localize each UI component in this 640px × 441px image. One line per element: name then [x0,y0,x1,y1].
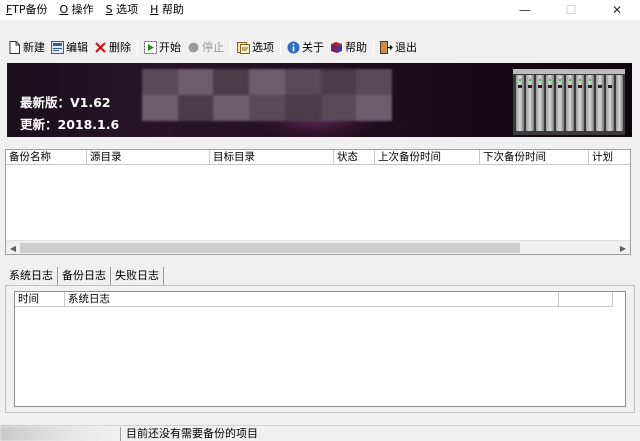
new-button[interactable]: 新建 [5,37,48,57]
edit-icon [51,40,64,54]
toolbar: 新建 编辑 删除 开始 停止 选项 关于 帮助 退出 [0,36,640,58]
menu-bar: FTP备份 O 操作 S 选项 H 帮助 [0,0,190,20]
new-document-icon [8,40,21,54]
menu-options[interactable]: S 选项 [100,0,144,20]
version-text: 最新版：V1.62 [20,95,111,110]
tab-system-log[interactable]: 系统日志 [5,267,58,285]
options-icon [237,41,250,54]
status-bar-divider [120,427,121,441]
title-bar: FTP备份 O 操作 S 选项 H 帮助 — ☐ ✕ [0,0,640,20]
update-date-text: 更新：2018.1.6 [20,117,120,132]
log-list-header: 时间 系统日志 [15,292,613,307]
column-header[interactable]: 状态 [334,150,375,165]
version-banner: 最新版：V1.62 更新：2018.1.6 [7,63,632,137]
column-header[interactable]: 源目录 [87,150,210,165]
info-icon [287,41,300,54]
options-label: 选项 [252,41,274,54]
stop-label: 停止 [202,41,224,54]
menu-operation[interactable]: O 操作 [54,0,100,20]
menu-label: 操作 [68,3,94,16]
column-header[interactable] [559,292,613,307]
help-book-icon [330,41,343,54]
horizontal-scrollbar[interactable]: ◀ ▶ [6,240,630,254]
job-list-header: 备份名称 源目录 目标目录 状态 上次备份时间 下次备份时间 计划 [6,150,630,165]
column-header[interactable]: 系统日志 [65,292,559,307]
close-button[interactable]: ✕ [594,0,640,20]
edit-label: 编辑 [66,41,88,54]
backup-job-list[interactable]: 备份名称 源目录 目标目录 状态 上次备份时间 下次备份时间 计划 ◀ ▶ [5,149,631,255]
exit-button[interactable]: 退出 [377,37,420,57]
help-button[interactable]: 帮助 [327,37,370,57]
menu-label: 帮助 [158,3,184,16]
new-label: 新建 [23,41,45,54]
about-label: 关于 [302,41,324,54]
delete-x-icon [94,41,107,54]
toolbar-separator [137,39,138,55]
start-button[interactable]: 开始 [141,37,184,57]
column-header[interactable]: 备份名称 [6,150,87,165]
stop-icon [187,41,200,54]
column-header[interactable]: 计划 [589,150,630,165]
minimize-button[interactable]: — [502,0,548,20]
menu-ftp-backup[interactable]: FTP备份 [0,0,54,20]
menu-accel: S [105,3,113,16]
toolbar-separator [230,39,231,55]
scrollbar-thumb[interactable] [20,243,520,253]
blurred-logo [142,69,392,121]
menu-label: 选项 [112,3,139,16]
log-tabs: 系统日志 备份日志 失败日志 [5,267,164,285]
toolbar-separator [280,39,281,55]
column-header[interactable]: 下次备份时间 [480,150,589,165]
column-header[interactable]: 时间 [15,292,65,307]
column-header[interactable]: 目标目录 [210,150,334,165]
server-rack-image [513,69,625,135]
maximize-button[interactable]: ☐ [548,0,594,20]
exit-icon [380,40,393,54]
delete-label: 删除 [109,41,131,54]
status-message: 目前还没有需要备份的项目 [126,427,258,440]
status-bar: 目前还没有需要备份的项目 [0,425,640,441]
stop-button[interactable]: 停止 [184,37,227,57]
scroll-left-icon[interactable]: ◀ [6,241,20,255]
start-label: 开始 [159,41,181,54]
help-label: 帮助 [345,41,367,54]
system-log-list[interactable]: 时间 系统日志 [14,291,626,407]
menu-label: TP备份 [12,3,48,16]
status-bar-left-panel [0,426,120,441]
exit-label: 退出 [395,41,417,54]
tab-failure-log[interactable]: 失败日志 [111,267,164,285]
options-button[interactable]: 选项 [234,37,277,57]
log-panel: 时间 系统日志 [5,285,635,413]
about-button[interactable]: 关于 [284,37,327,57]
window-controls: — ☐ ✕ [502,0,640,20]
menu-accel: O [59,3,69,16]
toolbar-separator [373,39,374,55]
scroll-right-icon[interactable]: ▶ [616,241,630,255]
edit-button[interactable]: 编辑 [48,37,91,57]
start-icon [144,40,157,54]
tab-backup-log[interactable]: 备份日志 [58,267,111,285]
column-header[interactable]: 上次备份时间 [375,150,480,165]
delete-button[interactable]: 删除 [91,37,134,57]
menu-help[interactable]: H 帮助 [144,0,190,20]
